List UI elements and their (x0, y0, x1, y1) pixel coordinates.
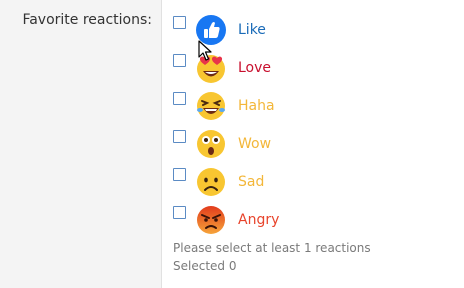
haha-checkbox[interactable] (173, 92, 186, 105)
angry-face-icon (195, 204, 227, 236)
validation-message: Please select at least 1 reactions (173, 241, 371, 255)
option-label: Wow (238, 136, 272, 152)
option-wow[interactable]: Wow (173, 128, 373, 162)
sad-checkbox[interactable] (173, 168, 186, 181)
option-label: Love (238, 60, 272, 76)
sad-face-icon (195, 166, 227, 198)
option-angry[interactable]: Angry (173, 204, 373, 238)
like-checkbox[interactable] (173, 16, 186, 29)
option-sad[interactable]: Sad (173, 166, 373, 200)
option-label: Like (238, 22, 266, 38)
option-haha[interactable]: Haha (173, 90, 373, 124)
angry-checkbox[interactable] (173, 206, 186, 219)
wow-checkbox[interactable] (173, 130, 186, 143)
form-label-column: Favorite reactions: (0, 0, 162, 288)
surprised-icon (195, 128, 227, 160)
love-checkbox[interactable] (173, 54, 186, 67)
selected-count: Selected 0 (173, 259, 237, 273)
field-label: Favorite reactions: (22, 12, 152, 28)
option-label: Sad (238, 174, 265, 190)
mouse-cursor-icon (198, 40, 212, 61)
laughing-icon (195, 90, 227, 122)
option-label: Haha (238, 98, 275, 114)
option-label: Angry (238, 212, 280, 228)
